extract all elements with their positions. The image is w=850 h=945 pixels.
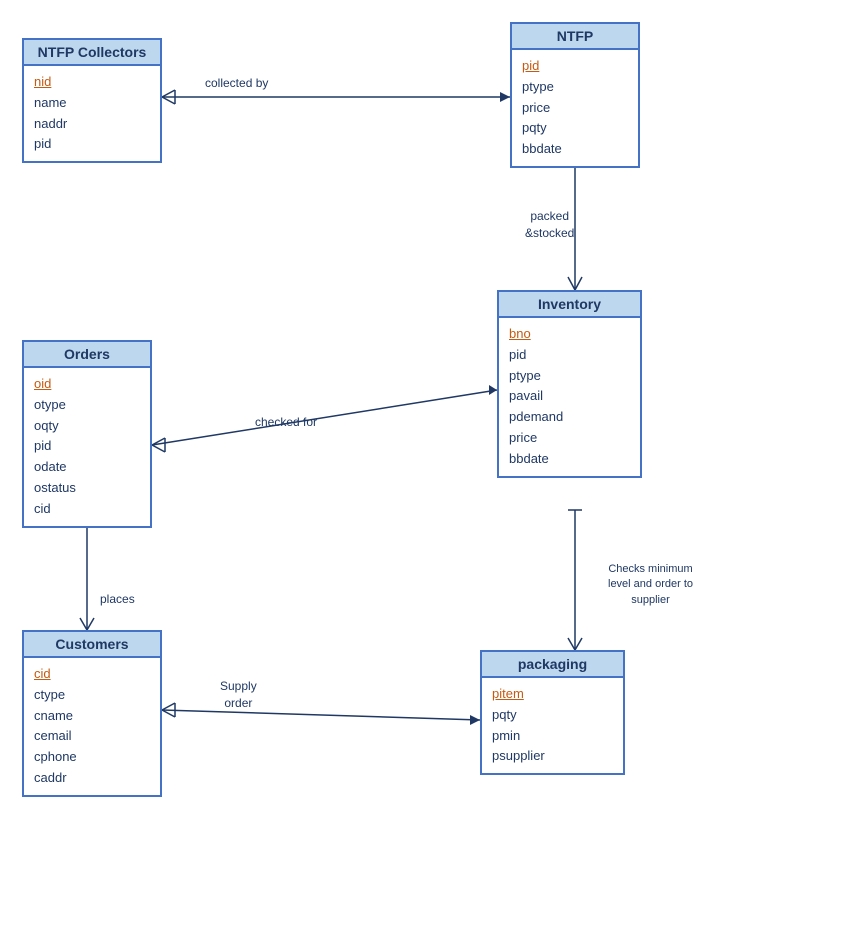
field-oid: oid bbox=[34, 374, 140, 395]
field-cust-cid: cid bbox=[34, 664, 150, 685]
field-inv-bno: bno bbox=[509, 324, 630, 345]
field-ntfp-pid: pid bbox=[522, 56, 628, 77]
field-ctype: ctype bbox=[34, 685, 150, 706]
field-nid-pk: nid bbox=[34, 74, 51, 89]
field-cemail: cemail bbox=[34, 726, 150, 747]
entity-ntfp: NTFP pid ptype price pqty bbdate bbox=[510, 22, 640, 168]
entity-inventory: Inventory bno pid ptype pavail pdemand p… bbox=[497, 290, 642, 478]
field-otype: otype bbox=[34, 395, 140, 416]
field-caddr: caddr bbox=[34, 768, 150, 789]
entity-ntfp-collectors: NTFP Collectors nid name naddr pid bbox=[22, 38, 162, 163]
field-pitem: pitem bbox=[492, 684, 613, 705]
label-checks-min: Checks minimumlevel and order tosupplier bbox=[608, 562, 693, 608]
field-pmin: pmin bbox=[492, 726, 613, 747]
field-ostatus: ostatus bbox=[34, 478, 140, 499]
field-cust-cid-pk: cid bbox=[34, 666, 51, 681]
field-inv-pdemand: pdemand bbox=[509, 407, 630, 428]
field-ntfp-pqty: pqty bbox=[522, 118, 628, 139]
label-places: places bbox=[100, 592, 135, 606]
field-oid-pk: oid bbox=[34, 376, 51, 391]
entity-packaging-title: packaging bbox=[482, 652, 623, 678]
entity-orders: Orders oid otype oqty pid odate ostatus … bbox=[22, 340, 152, 528]
field-inv-ptype: ptype bbox=[509, 366, 630, 387]
entity-ntfp-title: NTFP bbox=[512, 24, 638, 50]
label-packed-stocked: packed&stocked bbox=[525, 208, 574, 242]
field-inv-pid: pid bbox=[509, 345, 630, 366]
field-nid: nid bbox=[34, 72, 150, 93]
entity-orders-title: Orders bbox=[24, 342, 150, 368]
field-cname: cname bbox=[34, 706, 150, 727]
entity-orders-body: oid otype oqty pid odate ostatus cid bbox=[24, 368, 150, 526]
field-orders-pid: pid bbox=[34, 436, 140, 457]
entity-customers-body: cid ctype cname cemail cphone caddr bbox=[24, 658, 160, 795]
field-naddr: naddr bbox=[34, 114, 150, 135]
entity-ntfp-collectors-title: NTFP Collectors bbox=[24, 40, 160, 66]
entity-customers: Customers cid ctype cname cemail cphone … bbox=[22, 630, 162, 797]
label-collected-by: collected by bbox=[205, 76, 268, 90]
field-ntfp-price: price bbox=[522, 98, 628, 119]
field-pid: pid bbox=[34, 134, 150, 155]
entity-inventory-title: Inventory bbox=[499, 292, 640, 318]
field-ntfp-ptype: ptype bbox=[522, 77, 628, 98]
entity-ntfp-body: pid ptype price pqty bbdate bbox=[512, 50, 638, 166]
field-inv-bbdate: bbdate bbox=[509, 449, 630, 470]
field-cid: cid bbox=[34, 499, 140, 520]
field-oqty: oqty bbox=[34, 416, 140, 437]
entity-customers-title: Customers bbox=[24, 632, 160, 658]
field-inv-pavail: pavail bbox=[509, 386, 630, 407]
field-ntfp-pid-pk: pid bbox=[522, 58, 539, 73]
entity-ntfp-collectors-body: nid name naddr pid bbox=[24, 66, 160, 161]
field-ntfp-bbdate: bbdate bbox=[522, 139, 628, 160]
field-name: name bbox=[34, 93, 150, 114]
entity-packaging: packaging pitem pqty pmin psupplier bbox=[480, 650, 625, 775]
entity-inventory-body: bno pid ptype pavail pdemand price bbdat… bbox=[499, 318, 640, 476]
erd-diagram: collected by packed&stocked checked for … bbox=[0, 0, 850, 945]
entity-packaging-body: pitem pqty pmin psupplier bbox=[482, 678, 623, 773]
field-pitem-pk: pitem bbox=[492, 686, 524, 701]
field-inv-price: price bbox=[509, 428, 630, 449]
label-supply-order: Supplyorder bbox=[220, 678, 257, 712]
field-cphone: cphone bbox=[34, 747, 150, 768]
label-checked-for: checked for bbox=[255, 415, 317, 429]
field-odate: odate bbox=[34, 457, 140, 478]
field-pkg-pqty: pqty bbox=[492, 705, 613, 726]
field-psupplier: psupplier bbox=[492, 746, 613, 767]
field-inv-bno-pk: bno bbox=[509, 326, 531, 341]
